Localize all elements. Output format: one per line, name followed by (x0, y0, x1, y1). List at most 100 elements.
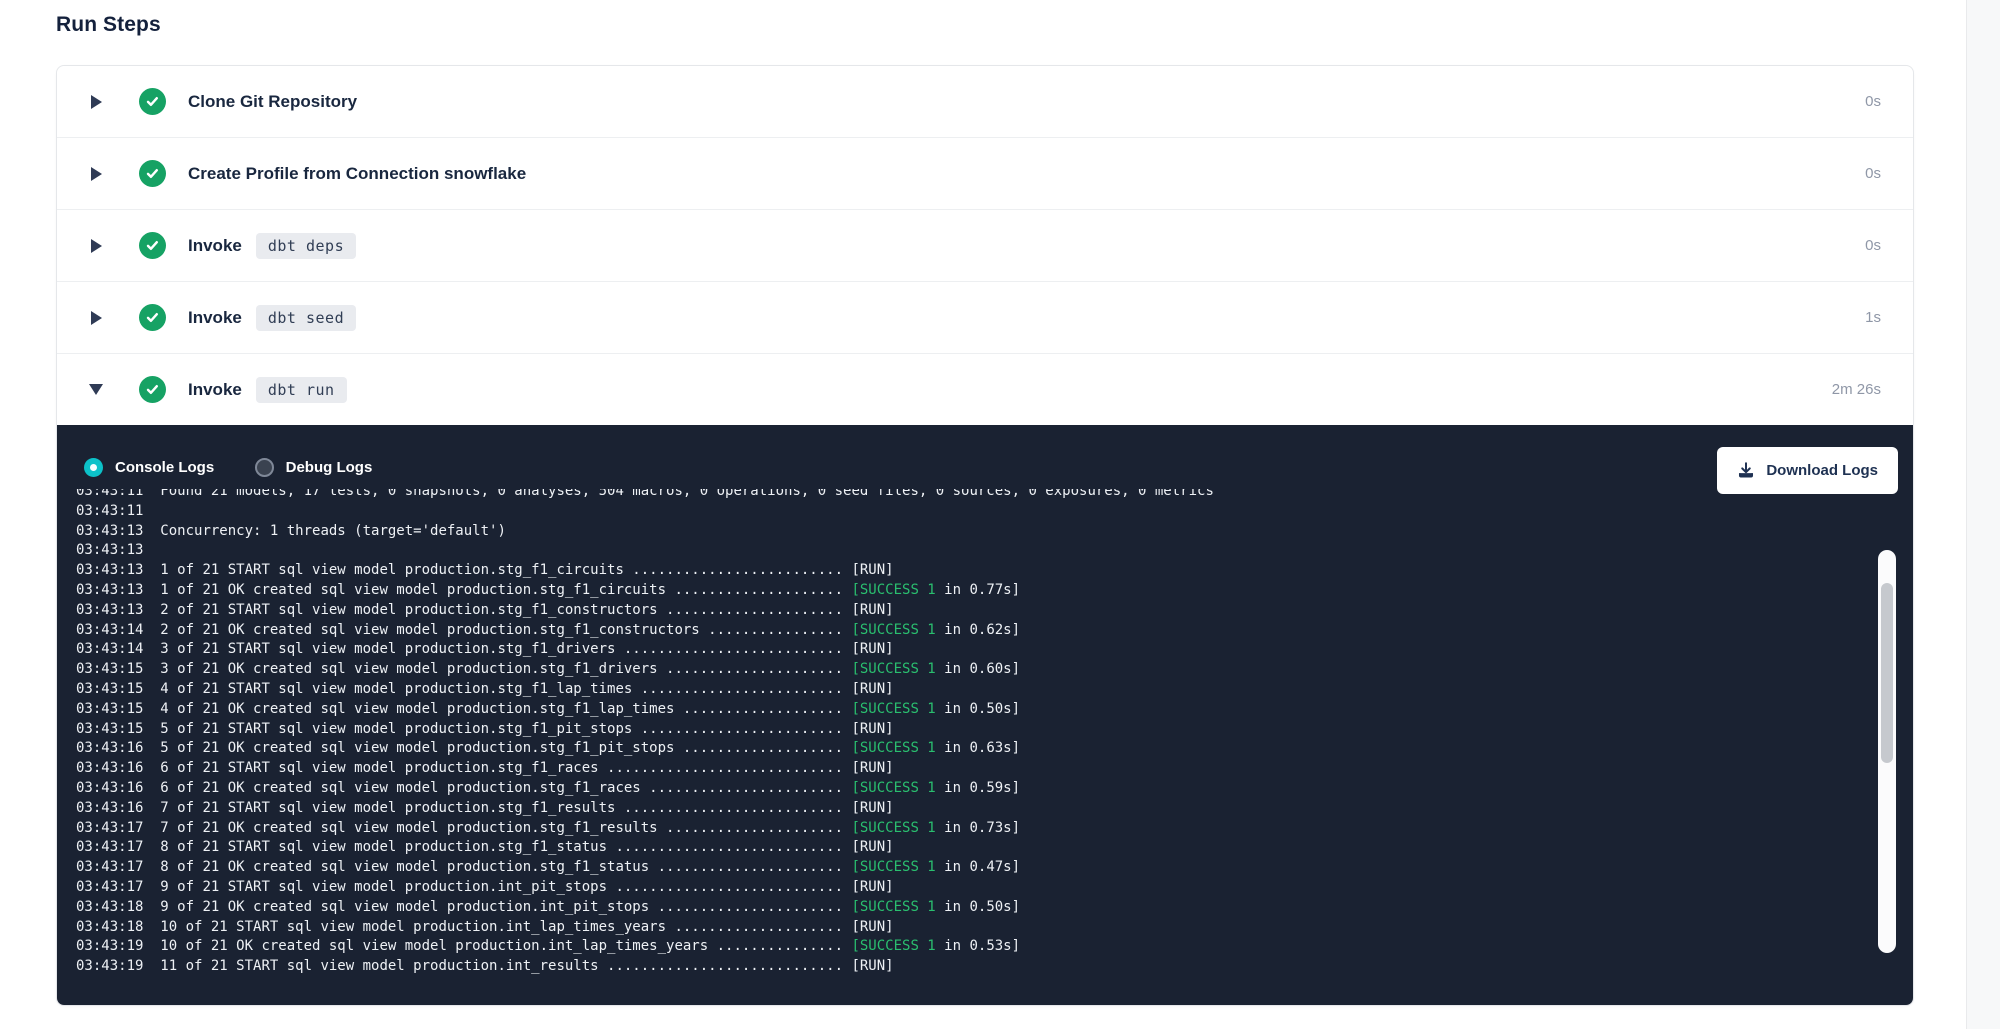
log-line: 03:43:13 1 of 21 START sql view model pr… (76, 561, 1809, 581)
log-line: 03:43:19 11 of 21 START sql view model p… (76, 957, 1809, 977)
caret-down-icon[interactable] (89, 384, 103, 395)
log-success-status: [SUCCESS 1 (851, 622, 935, 638)
step-row-create-profile-from-connection-snowflake[interactable]: Create Profile from Connection snowflake… (57, 137, 1913, 209)
log-line: 03:43:17 9 of 21 START sql view model pr… (76, 878, 1809, 898)
radio-label: Console Logs (115, 459, 214, 476)
log-timestamp: 03:43:15 (76, 721, 143, 737)
log-line: 03:43:18 9 of 21 OK created sql view mod… (76, 898, 1809, 918)
log-line: 03:43:15 4 of 21 START sql view model pr… (76, 680, 1809, 700)
step-duration: 0s (1865, 165, 1881, 182)
log-line: 03:43:16 6 of 21 START sql view model pr… (76, 759, 1809, 779)
step-duration: 0s (1865, 93, 1881, 110)
log-line: 03:43:17 7 of 21 OK created sql view mod… (76, 819, 1809, 839)
check-circle-icon (139, 376, 166, 403)
log-success-status: [SUCCESS 1 (851, 780, 935, 796)
log-timestamp: 03:43:19 (76, 938, 143, 954)
log-timestamp: 03:43:15 (76, 701, 143, 717)
log-line: 03:43:15 5 of 21 START sql view model pr… (76, 720, 1809, 740)
log-scrollbar-thumb[interactable] (1881, 583, 1893, 763)
log-timestamp: 03:43:16 (76, 740, 143, 756)
log-timestamp: 03:43:15 (76, 681, 143, 697)
step-row-clone-git-repository[interactable]: Clone Git Repository 0s (57, 66, 1913, 137)
log-success-status: [SUCCESS 1 (851, 820, 935, 836)
page-title: Run Steps (56, 13, 1914, 37)
check-circle-icon (139, 232, 166, 259)
steps-list: Clone Git Repository 0s Create Profile f… (57, 66, 1913, 425)
log-line: 03:43:14 3 of 21 START sql view model pr… (76, 640, 1809, 660)
step-duration: 1s (1865, 309, 1881, 326)
radio-option-console-logs[interactable]: Console Logs (84, 458, 214, 477)
log-timestamp: 03:43:13 (76, 523, 143, 539)
log-success-status: [SUCCESS 1 (851, 740, 935, 756)
log-timestamp: 03:43:11 (76, 503, 143, 519)
log-line: 03:43:13 2 of 21 START sql view model pr… (76, 601, 1809, 621)
log-line: 03:43:15 4 of 21 OK created sql view mod… (76, 700, 1809, 720)
step-label: Invoke (188, 380, 242, 400)
log-line: 03:43:16 7 of 21 START sql view model pr… (76, 799, 1809, 819)
log-success-status: [SUCCESS 1 (851, 938, 935, 954)
console-log-output: 03:43:11 Found 21 models, 17 tests, 0 sn… (76, 489, 1809, 977)
console-log-panel: Console Logs Debug Logs Download Logs (57, 425, 1913, 1005)
log-timestamp: 03:43:13 (76, 602, 143, 618)
step-command: dbt deps (256, 233, 356, 259)
step-label: Create Profile from Connection snowflake (188, 164, 526, 184)
log-line: 03:43:16 5 of 21 OK created sql view mod… (76, 739, 1809, 759)
run-steps-section: Run Steps Clone Git Repository 0s Create… (56, 0, 1914, 1006)
log-success-status: [SUCCESS 1 (851, 661, 935, 677)
step-command: dbt seed (256, 305, 356, 331)
log-line: 03:43:11 Found 21 models, 17 tests, 0 sn… (76, 489, 1809, 502)
check-circle-icon (139, 304, 166, 331)
download-icon (1737, 461, 1755, 479)
log-timestamp: 03:43:17 (76, 859, 143, 875)
log-success-status: [SUCCESS 1 (851, 859, 935, 875)
log-timestamp: 03:43:15 (76, 661, 143, 677)
check-circle-icon (139, 160, 166, 187)
page-gutter (1966, 0, 2000, 1029)
log-type-radio-group: Console Logs Debug Logs (84, 458, 408, 482)
step-row-invoke-dbt-deps[interactable]: Invoke dbt deps 0s (57, 209, 1913, 281)
step-row-invoke-dbt-seed[interactable]: Invoke dbt seed 1s (57, 281, 1913, 353)
log-scrollbar-track[interactable] (1878, 550, 1896, 953)
log-timestamp: 03:43:16 (76, 800, 143, 816)
log-timestamp: 03:43:13 (76, 542, 143, 558)
log-success-status: [SUCCESS 1 (851, 899, 935, 915)
console-log-viewport[interactable]: 03:43:11 Found 21 models, 17 tests, 0 sn… (76, 489, 1809, 992)
log-timestamp: 03:43:16 (76, 780, 143, 796)
log-timestamp: 03:43:14 (76, 622, 143, 638)
step-duration: 0s (1865, 237, 1881, 254)
log-line: 03:43:14 2 of 21 OK created sql view mod… (76, 621, 1809, 641)
radio-label: Debug Logs (286, 459, 373, 476)
radio-button-icon[interactable] (255, 458, 274, 477)
log-line: 03:43:17 8 of 21 START sql view model pr… (76, 838, 1809, 858)
radio-button-icon[interactable] (84, 458, 103, 477)
step-label: Clone Git Repository (188, 92, 357, 112)
log-timestamp: 03:43:19 (76, 958, 143, 974)
log-line: 03:43:13 Concurrency: 1 threads (target=… (76, 522, 1809, 542)
log-success-status: [SUCCESS 1 (851, 582, 935, 598)
log-timestamp: 03:43:16 (76, 760, 143, 776)
step-label: Invoke (188, 308, 242, 328)
download-logs-button[interactable]: Download Logs (1717, 447, 1898, 494)
log-timestamp: 03:43:18 (76, 899, 143, 915)
log-timestamp: 03:43:17 (76, 839, 143, 855)
log-timestamp: 03:43:11 (76, 489, 143, 499)
log-line: 03:43:18 10 of 21 START sql view model p… (76, 918, 1809, 938)
caret-right-icon[interactable] (89, 167, 103, 181)
log-timestamp: 03:43:14 (76, 641, 143, 657)
download-logs-label: Download Logs (1766, 462, 1878, 479)
log-line: 03:43:16 6 of 21 OK created sql view mod… (76, 779, 1809, 799)
step-duration: 2m 26s (1832, 381, 1881, 398)
log-timestamp: 03:43:17 (76, 820, 143, 836)
log-line: 03:43:13 1 of 21 OK created sql view mod… (76, 581, 1809, 601)
check-circle-icon (139, 88, 166, 115)
log-line: 03:43:17 8 of 21 OK created sql view mod… (76, 858, 1809, 878)
run-steps-card: Clone Git Repository 0s Create Profile f… (56, 65, 1914, 1006)
radio-option-debug-logs[interactable]: Debug Logs (255, 458, 373, 477)
log-timestamp: 03:43:13 (76, 562, 143, 578)
step-label: Invoke (188, 236, 242, 256)
step-command: dbt run (256, 377, 347, 403)
caret-right-icon[interactable] (89, 95, 103, 109)
step-row-invoke-dbt-run[interactable]: Invoke dbt run 2m 26s (57, 353, 1913, 425)
caret-right-icon[interactable] (89, 239, 103, 253)
caret-right-icon[interactable] (89, 311, 103, 325)
